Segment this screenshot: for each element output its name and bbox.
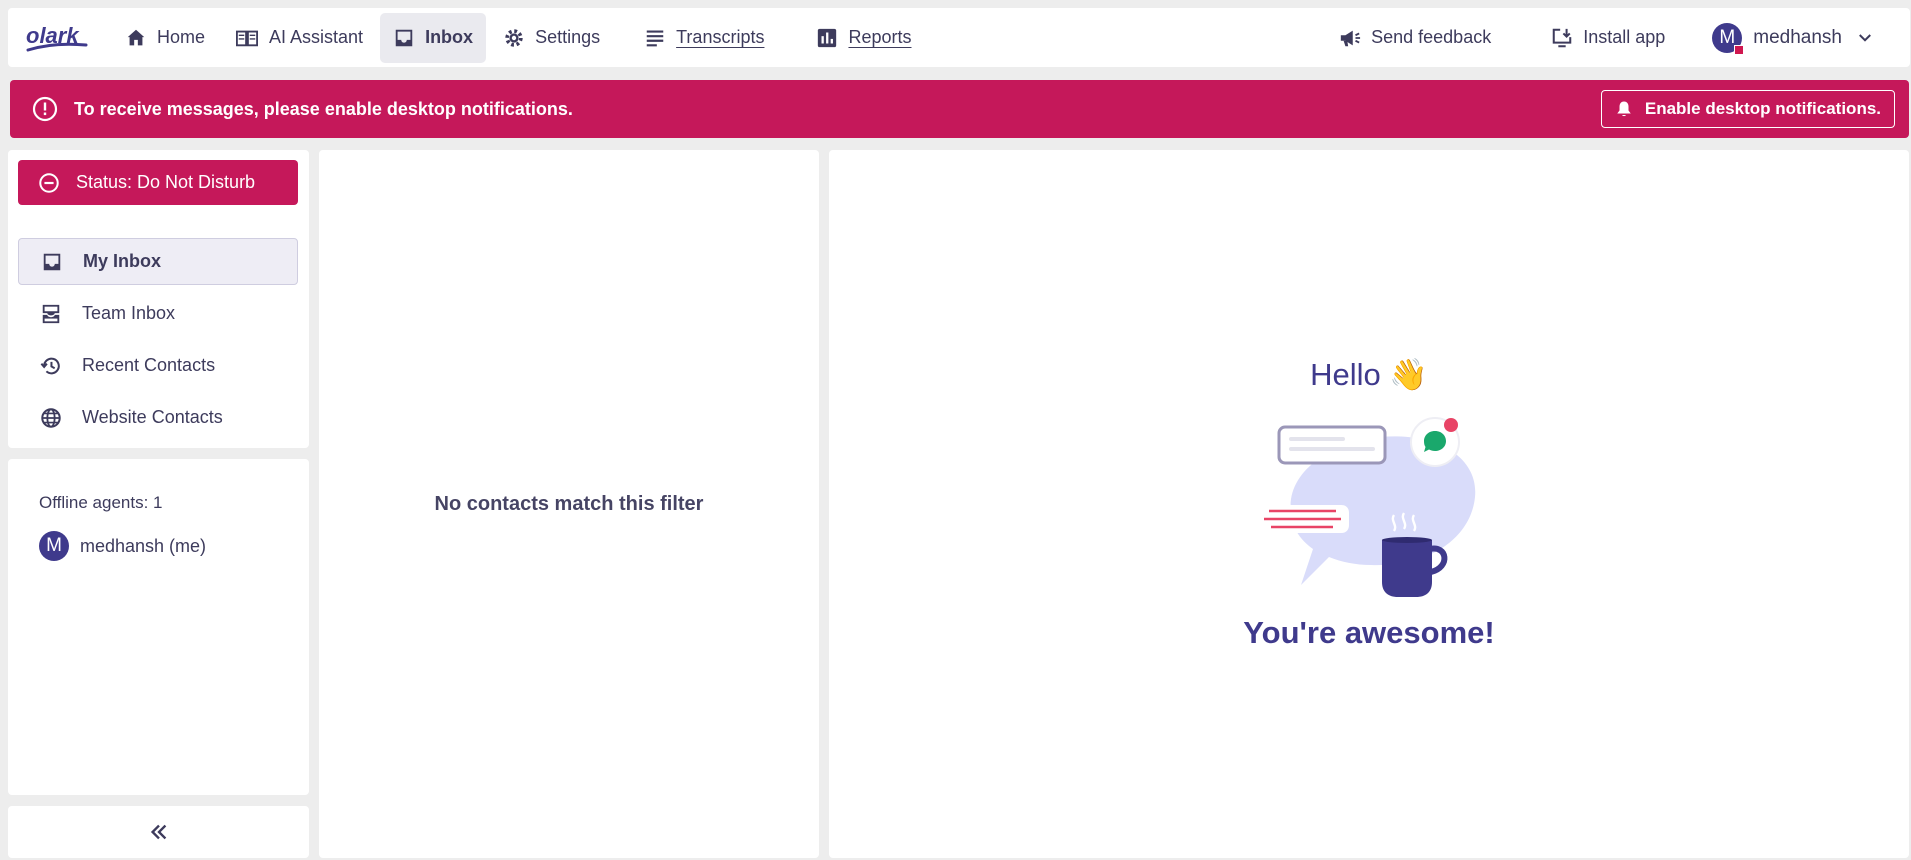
- avatar: M: [1712, 22, 1745, 55]
- nav-transcripts[interactable]: Transcripts: [631, 13, 777, 63]
- inbox-icon: [393, 27, 415, 49]
- sidebar-item-website-contacts[interactable]: Website Contacts: [18, 394, 298, 441]
- enable-notifications-label: Enable desktop notifications.: [1644, 99, 1881, 118]
- olark-logo[interactable]: olark: [24, 18, 94, 58]
- top-navigation: olark Home AI Assistant Inbox Settings T…: [8, 8, 1910, 67]
- offline-agents-count: Offline agents: 1: [39, 493, 163, 512]
- agent-row[interactable]: M medhansh (me): [39, 531, 206, 561]
- nav-ai-assistant[interactable]: AI Assistant: [222, 13, 376, 63]
- globe-icon: [40, 407, 62, 429]
- awesome-heading: You're awesome!: [1243, 615, 1495, 650]
- lines-icon: [644, 27, 666, 49]
- nav-inbox[interactable]: Inbox: [380, 12, 487, 63]
- team-inbox-icon: [40, 303, 62, 325]
- user-menu[interactable]: M medhansh: [1712, 22, 1874, 55]
- send-feedback-button[interactable]: Send feedback: [1326, 13, 1504, 63]
- nav-transcripts-label: Transcripts: [676, 27, 765, 47]
- megaphone-icon: [1339, 27, 1361, 49]
- sidebar-item-label: Website Contacts: [82, 407, 223, 427]
- nav-settings-label: Settings: [535, 27, 601, 47]
- nav-settings[interactable]: Settings: [490, 13, 613, 63]
- gear-icon: [503, 27, 525, 49]
- empty-contacts-message: No contacts match this filter: [434, 492, 704, 515]
- inbox-sidebar: Status: Do Not Disturb My Inbox Team Inb…: [8, 150, 309, 448]
- nav-home-label: Home: [157, 27, 206, 47]
- nav-right-group: Send feedback Install app M medhansh: [1326, 13, 1910, 63]
- install-app-button[interactable]: Install app: [1538, 13, 1678, 63]
- conversation-panel: Hello 👋 You're awesome!: [829, 150, 1909, 858]
- sidebar-item-label: Recent Contacts: [82, 355, 216, 375]
- olark-logo-icon: olark: [26, 23, 88, 51]
- double-chevron-left-icon: [148, 821, 170, 843]
- agent-avatar: M: [39, 531, 69, 561]
- book-icon: [235, 27, 259, 49]
- inbox-icon: [41, 251, 63, 273]
- user-name: medhansh: [1753, 26, 1842, 48]
- agents-panel: Offline agents: 1 M medhansh (me): [8, 459, 309, 795]
- coffee-chat-illustration: [1264, 417, 1476, 597]
- sidebar-item-recent-contacts[interactable]: Recent Contacts: [18, 342, 298, 389]
- agent-avatar-initial: M: [46, 535, 62, 556]
- agent-name: medhansh (me): [80, 535, 207, 556]
- sidebar-item-label: Team Inbox: [82, 303, 176, 323]
- enable-notifications-button[interactable]: Enable desktop notifications.: [1600, 90, 1895, 128]
- send-feedback-label: Send feedback: [1371, 27, 1492, 47]
- history-icon: [40, 355, 62, 377]
- install-app-label: Install app: [1583, 27, 1666, 47]
- chevron-down-icon: [1856, 29, 1874, 47]
- bell-icon: [1615, 100, 1633, 118]
- status-label: Status: Do Not Disturb: [76, 172, 256, 192]
- notification-banner: To receive messages, please enable deskt…: [10, 80, 1909, 138]
- banner-message: To receive messages, please enable deskt…: [74, 98, 573, 119]
- nav-inbox-label: Inbox: [425, 27, 474, 47]
- hello-heading: Hello 👋: [1310, 357, 1428, 392]
- collapse-sidebar-button[interactable]: [8, 806, 309, 858]
- sidebar-item-my-inbox[interactable]: My Inbox: [18, 238, 298, 285]
- nav-reports-label: Reports: [848, 27, 912, 47]
- nav-ai-assistant-label: AI Assistant: [269, 27, 364, 47]
- nav-reports[interactable]: Reports: [803, 13, 924, 63]
- status-button[interactable]: Status: Do Not Disturb: [18, 160, 298, 205]
- install-icon: [1551, 27, 1573, 49]
- sidebar-item-label: My Inbox: [83, 251, 162, 271]
- do-not-disturb-icon: [38, 172, 60, 194]
- nav-home[interactable]: Home: [112, 13, 218, 63]
- contact-list-panel: No contacts match this filter: [319, 150, 819, 858]
- avatar-initial: M: [1719, 26, 1736, 48]
- home-icon: [125, 27, 147, 49]
- alert-circle-icon: [32, 96, 58, 122]
- status-dot: [1734, 44, 1745, 55]
- bar-chart-icon: [816, 27, 838, 49]
- sidebar-item-team-inbox[interactable]: Team Inbox: [18, 290, 298, 337]
